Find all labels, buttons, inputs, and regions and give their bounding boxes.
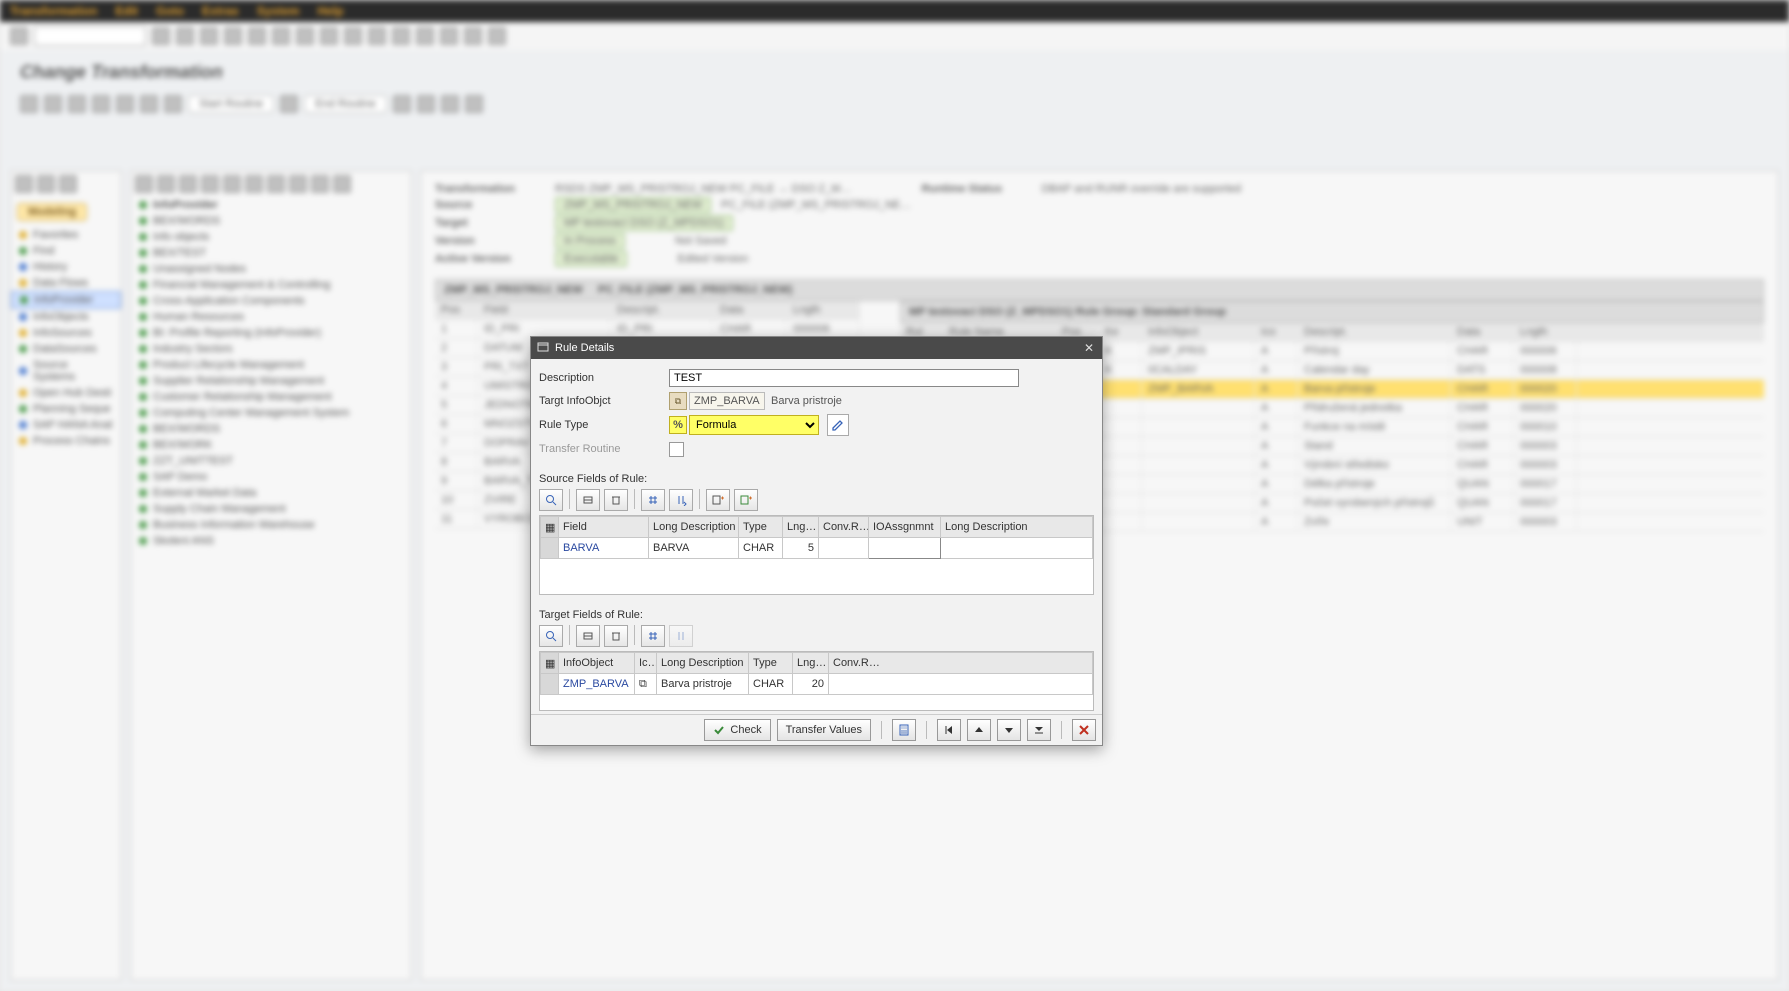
- row-selector-header[interactable]: ▦: [541, 517, 559, 538]
- close-button[interactable]: ✕: [1082, 341, 1096, 355]
- formula-icon: %: [669, 416, 687, 434]
- app-menubar[interactable]: TransformationEditGotoExtrasSystemHelp: [0, 0, 1789, 22]
- target-field-row[interactable]: ZMP_BARVA ⧉ Barva pristroje CHAR 20: [541, 674, 1093, 695]
- target-infoobject-value: ZMP_BARVA: [689, 392, 765, 410]
- target-detail-button[interactable]: [539, 625, 563, 647]
- source-findnext-button[interactable]: [669, 489, 693, 511]
- calculator-button[interactable]: [892, 719, 916, 741]
- target-findnext-button[interactable]: [669, 625, 693, 647]
- dialog-title: Rule Details: [555, 342, 614, 354]
- dialog-footer: Check Transfer Values: [531, 714, 1102, 745]
- page-title: Change Transformation: [0, 50, 1789, 95]
- nav-first-button[interactable]: [937, 719, 961, 741]
- transfer-routine-checkbox[interactable]: [669, 442, 684, 457]
- source-field-row[interactable]: BARVA BARVA CHAR 5: [541, 538, 1093, 559]
- check-button[interactable]: Check: [704, 719, 770, 741]
- description-input[interactable]: [669, 369, 1019, 387]
- target-find-button[interactable]: [641, 625, 665, 647]
- target-delete-button[interactable]: [604, 625, 628, 647]
- row-selector-header[interactable]: ▦: [541, 653, 559, 674]
- dialog-titlebar[interactable]: Rule Details ✕: [531, 337, 1102, 359]
- source-fields-title: Source Fields of Rule:: [539, 473, 1094, 485]
- nav-down-button[interactable]: [997, 719, 1021, 741]
- transfer-routine-label: Transfer Routine: [539, 443, 669, 455]
- rule-type-select[interactable]: Formula: [689, 415, 819, 435]
- source-addfield-button[interactable]: [706, 489, 730, 511]
- rule-type-label: Rule Type: [539, 419, 669, 431]
- source-table-toolbar: [539, 489, 1094, 511]
- source-find-button[interactable]: [641, 489, 665, 511]
- transfer-values-button[interactable]: Transfer Values: [777, 719, 871, 741]
- infoobject-icon: ⧉: [669, 392, 687, 410]
- source-delete-button[interactable]: [604, 489, 628, 511]
- infoobject-row-icon: ⧉: [635, 674, 657, 695]
- target-infoobject-text: Barva pristroje: [771, 395, 842, 407]
- app-toolbar: [0, 22, 1789, 51]
- edit-rule-button[interactable]: [827, 414, 849, 436]
- nav-last-button[interactable]: [1027, 719, 1051, 741]
- source-insert-button[interactable]: [576, 489, 600, 511]
- target-infoobject-label: Targt InfoObjct: [539, 395, 669, 407]
- source-addio-button[interactable]: [734, 489, 758, 511]
- rule-details-dialog: Rule Details ✕ Description Targt InfoObj…: [530, 336, 1103, 746]
- target-table-toolbar: [539, 625, 1094, 647]
- window-icon: [537, 341, 549, 356]
- target-fields-title: Target Fields of Rule:: [539, 609, 1094, 621]
- source-fields-table[interactable]: ▦ Field Long Description Type Lng… Conv.…: [540, 516, 1093, 559]
- target-insert-button[interactable]: [576, 625, 600, 647]
- source-detail-button[interactable]: [539, 489, 563, 511]
- nav-up-button[interactable]: [967, 719, 991, 741]
- description-label: Description: [539, 372, 669, 384]
- cancel-button[interactable]: [1072, 719, 1096, 741]
- target-fields-table[interactable]: ▦ InfoObject Ic… Long Description Type L…: [540, 652, 1093, 695]
